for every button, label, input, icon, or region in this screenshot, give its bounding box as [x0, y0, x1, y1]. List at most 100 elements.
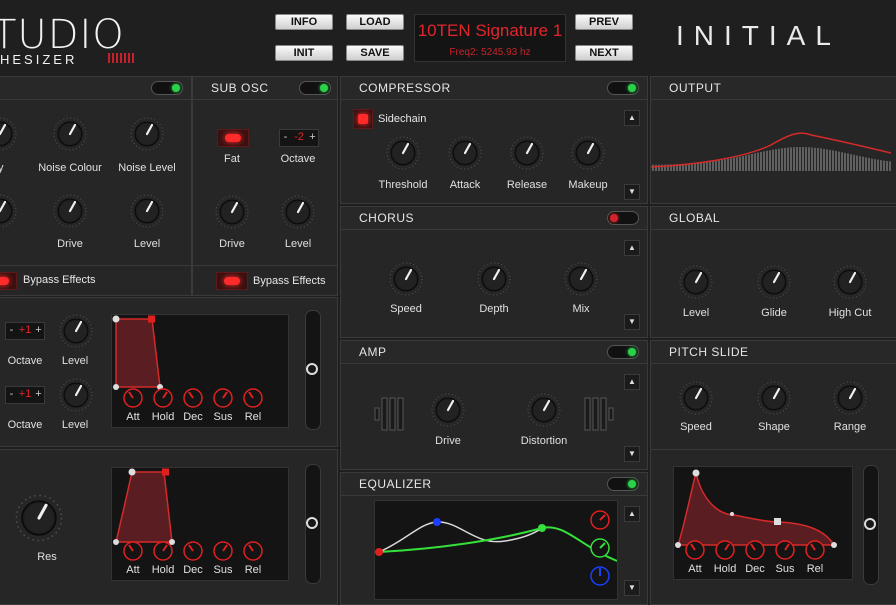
fat-button[interactable]	[217, 129, 249, 147]
comp-attack-knob[interactable]	[448, 136, 482, 170]
chorus-mix-label: Mix	[572, 303, 590, 315]
equalizer-toggle[interactable]	[607, 477, 639, 491]
sidechain-button[interactable]	[353, 109, 373, 129]
amp-scroll-up[interactable]: ▲	[624, 374, 640, 390]
level-knob[interactable]	[130, 194, 164, 228]
chorus-toggle[interactable]	[607, 211, 639, 225]
sub-octave-label: Octave	[280, 153, 316, 165]
chorus-speed-knob[interactable]	[389, 262, 423, 296]
env1-display[interactable]: Att Hold Dec Sus Rel	[111, 314, 289, 428]
distortion-knob[interactable]	[527, 393, 561, 427]
env1-att-knob[interactable]	[122, 387, 144, 409]
global-panel: GLOBAL Level Glide High Cut	[650, 206, 896, 338]
pitch-shape-label: Shape	[758, 421, 790, 433]
comp-scroll-down[interactable]: ▼	[624, 184, 640, 200]
env3-dec-knob[interactable]	[744, 539, 766, 561]
sub-osc-title: SUB OSC	[211, 81, 269, 95]
save-button[interactable]: SAVE	[346, 45, 404, 61]
sub-level-knob[interactable]	[281, 195, 315, 229]
compressor-toggle[interactable]	[607, 81, 639, 95]
osc2-level-knob[interactable]	[59, 378, 93, 412]
eq-scroll-down[interactable]: ▼	[624, 580, 640, 596]
noise-level-knob[interactable]	[130, 117, 164, 151]
glide-knob[interactable]	[757, 265, 791, 299]
pitch-shape-knob[interactable]	[757, 381, 791, 415]
amp-scroll-down[interactable]: ▼	[624, 446, 640, 462]
env1-sus-label: Sus	[213, 411, 233, 423]
chorus-scroll-up[interactable]: ▲	[624, 240, 640, 256]
env3-rel-knob[interactable]	[804, 539, 826, 561]
noise-colour-knob[interactable]	[53, 117, 87, 151]
threshold-knob[interactable]	[386, 136, 420, 170]
sub-osc-toggle[interactable]	[299, 81, 331, 95]
init-button[interactable]: INIT	[275, 45, 333, 61]
sub-bypass-toggle[interactable]	[216, 272, 248, 290]
high-cut-knob[interactable]	[833, 265, 867, 299]
global-level-knob[interactable]	[679, 265, 713, 299]
env3-hold-knob[interactable]	[714, 539, 736, 561]
noise-toggle[interactable]	[151, 81, 183, 95]
env1-dec-knob[interactable]	[182, 387, 204, 409]
glide-label: Glide	[761, 307, 787, 319]
env2-display[interactable]: Att Hold Dec Sus Rel	[111, 467, 289, 581]
filter-panel: Res Att Hold Dec Sus Rel	[0, 449, 338, 605]
prev-button[interactable]: PREV	[575, 14, 633, 30]
env1-hold-label: Hold	[151, 411, 175, 423]
osc1-level-knob[interactable]	[59, 314, 93, 348]
comp-release-knob[interactable]	[510, 136, 544, 170]
eq-band3-knob[interactable]	[589, 565, 611, 587]
env3-att-knob[interactable]	[684, 539, 706, 561]
decay-knob[interactable]	[0, 117, 17, 151]
sub-drive-knob[interactable]	[215, 195, 249, 229]
env2-sus-knob[interactable]	[212, 540, 234, 562]
eq-band2-knob[interactable]	[589, 537, 611, 559]
preset-freq: Freq2: 5245.93 hz	[449, 47, 531, 58]
env1-rel-knob[interactable]	[242, 387, 264, 409]
chorus-depth-knob[interactable]	[477, 262, 511, 296]
compressor-panel: COMPRESSOR Sidechain Threshold Attack Re…	[340, 76, 648, 204]
info-button[interactable]: INFO	[275, 14, 333, 30]
env1-sus-knob[interactable]	[212, 387, 234, 409]
chorus-mix-knob[interactable]	[564, 262, 598, 296]
distortion-label: Distortion	[520, 435, 568, 447]
amp-toggle[interactable]	[607, 345, 639, 359]
osc2-octave-stepper[interactable]: - +1 +	[5, 386, 45, 404]
pitch-range-knob[interactable]	[833, 381, 867, 415]
env1-rel-label: Rel	[244, 411, 262, 423]
sub-octave-value: -2	[294, 131, 304, 143]
eq-band1-knob[interactable]	[589, 509, 611, 531]
attack-knob[interactable]	[0, 194, 17, 228]
sidechain-label: Sidechain	[378, 113, 427, 125]
comp-scroll-up[interactable]: ▲	[624, 110, 640, 126]
env2-dec-knob[interactable]	[182, 540, 204, 562]
makeup-knob[interactable]	[571, 136, 605, 170]
env3-sus-knob[interactable]	[774, 539, 796, 561]
res-knob[interactable]	[15, 494, 63, 542]
bypass-effects-toggle[interactable]	[0, 272, 17, 290]
env2-hold-knob[interactable]	[152, 540, 174, 562]
osc-vertical-slider[interactable]	[305, 310, 321, 430]
env3-dec-label: Dec	[745, 563, 765, 575]
osc1-octave-stepper[interactable]: - +1 +	[5, 322, 45, 340]
pitch-speed-label: Speed	[680, 421, 712, 433]
env3-display[interactable]: Att Hold Dec Sus Rel	[673, 466, 853, 580]
load-button[interactable]: LOAD	[346, 14, 404, 30]
sub-octave-stepper[interactable]: - -2 +	[279, 129, 319, 147]
brand-title: INITIAL	[676, 20, 841, 51]
drive-knob[interactable]	[53, 194, 87, 228]
amp-drive-knob[interactable]	[431, 393, 465, 427]
env2-att-knob[interactable]	[122, 540, 144, 562]
chorus-scroll-down[interactable]: ▼	[624, 314, 640, 330]
pitch-vertical-slider[interactable]	[863, 465, 879, 585]
filter-vertical-slider[interactable]	[305, 464, 321, 584]
env1-hold-knob[interactable]	[152, 387, 174, 409]
pitch-speed-knob[interactable]	[679, 381, 713, 415]
preset-display[interactable]: 10TEN Signature 1 Freq2: 5245.93 hz	[414, 14, 566, 62]
next-button[interactable]: NEXT	[575, 45, 633, 61]
osc1-level-label: Level	[61, 355, 89, 367]
level-label: Level	[133, 238, 161, 250]
eq-display[interactable]	[374, 500, 618, 600]
osc2-octave-value: +1	[18, 388, 32, 400]
env2-rel-knob[interactable]	[242, 540, 264, 562]
eq-scroll-up[interactable]: ▲	[624, 506, 640, 522]
